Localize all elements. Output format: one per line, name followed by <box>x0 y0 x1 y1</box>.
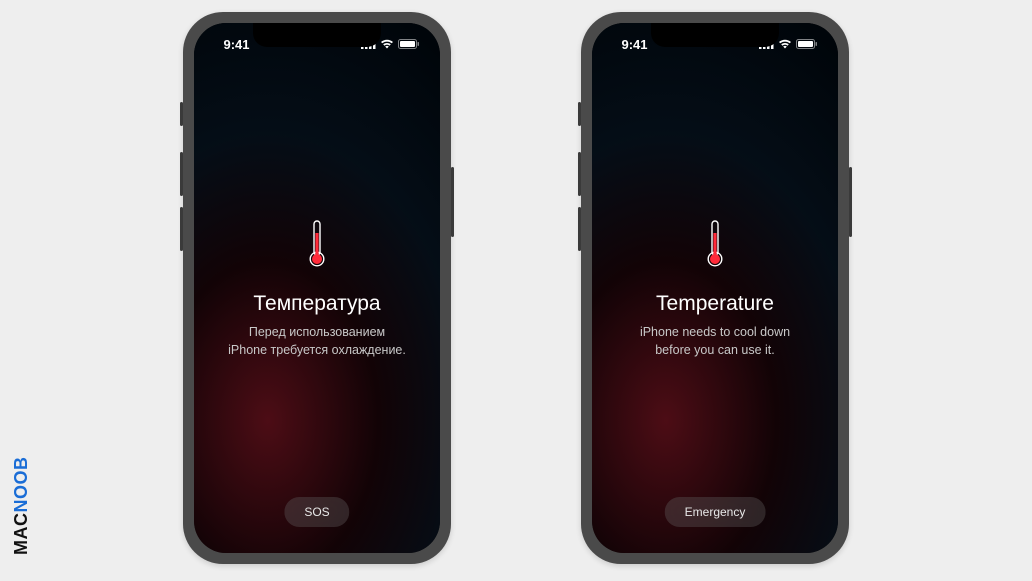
phone-device-ru: 9:41 <box>183 12 451 564</box>
battery-icon <box>796 39 818 49</box>
temperature-heading: Температура <box>253 292 380 316</box>
phone-device-en: 9:41 <box>581 12 849 564</box>
status-time: 9:41 <box>214 37 259 52</box>
phone-notch <box>651 23 779 47</box>
watermark-logo: MACNOOB <box>11 457 32 556</box>
wifi-icon <box>380 39 394 49</box>
watermark-part2: NOOB <box>11 457 31 513</box>
phone-bezel: 9:41 <box>194 23 440 553</box>
temperature-message: Перед использованием iPhone требуется ох… <box>200 324 434 359</box>
status-time: 9:41 <box>612 37 657 52</box>
power-button <box>849 167 852 237</box>
mute-switch <box>180 102 183 126</box>
volume-up-button <box>578 152 581 196</box>
temperature-message: iPhone needs to cool down before you can… <box>612 324 818 359</box>
phones-container: 9:41 <box>0 0 1032 564</box>
battery-icon <box>398 39 420 49</box>
thermometer-icon <box>705 219 725 272</box>
volume-down-button <box>578 207 581 251</box>
phone-bezel: 9:41 <box>592 23 838 553</box>
wifi-icon <box>778 39 792 49</box>
thermometer-icon <box>307 219 327 272</box>
temperature-warning-content: Температура Перед использованием iPhone … <box>194 59 440 553</box>
volume-down-button <box>180 207 183 251</box>
phone-screen: 9:41 <box>592 23 838 553</box>
temperature-heading: Temperature <box>656 292 774 316</box>
phone-notch <box>253 23 381 47</box>
emergency-button[interactable]: Emergency <box>665 497 766 527</box>
phone-screen: 9:41 <box>194 23 440 553</box>
watermark-part1: MAC <box>11 513 31 556</box>
mute-switch <box>578 102 581 126</box>
sos-button[interactable]: SOS <box>284 497 349 527</box>
temperature-warning-content: Temperature iPhone needs to cool down be… <box>592 59 838 553</box>
volume-up-button <box>180 152 183 196</box>
power-button <box>451 167 454 237</box>
